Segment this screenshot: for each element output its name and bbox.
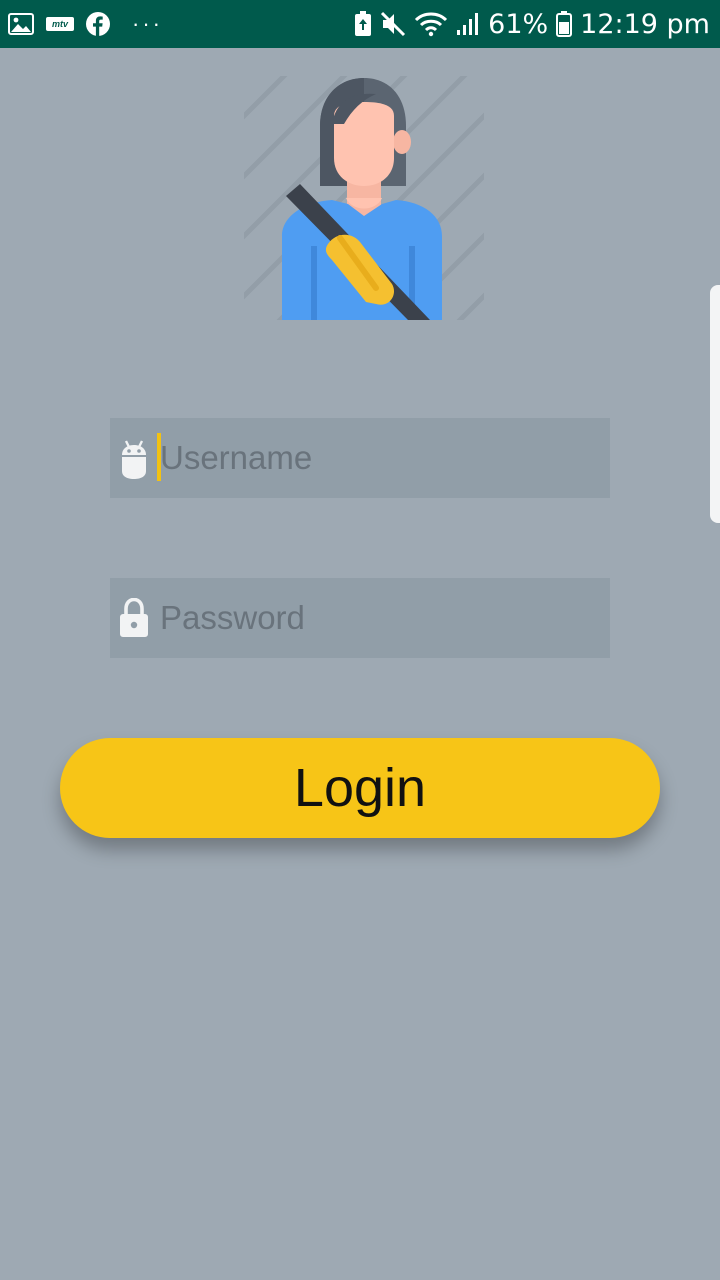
username-field[interactable] (110, 418, 610, 498)
android-icon (110, 437, 158, 479)
battery-saver-icon (354, 11, 372, 37)
status-bar-system: 61% 12:19 pm (354, 9, 720, 40)
text-cursor (157, 433, 161, 481)
login-button[interactable]: Login (60, 738, 660, 838)
facebook-icon (86, 12, 110, 36)
wifi-icon (414, 11, 448, 37)
lock-icon (110, 598, 158, 638)
mtv-icon: mtv (46, 17, 74, 31)
clock: 12:19 pm (580, 8, 710, 40)
status-bar: mtv ··· 61% 12:19 pm (0, 0, 720, 48)
more-dots-icon: ··· (132, 11, 163, 36)
battery-percent: 61% (488, 8, 549, 40)
edge-panel-handle[interactable] (710, 285, 720, 523)
battery-icon (556, 11, 573, 37)
driver-seatbelt-avatar-icon (244, 76, 484, 320)
password-field[interactable] (110, 578, 610, 658)
status-bar-notifications: mtv ··· (0, 12, 163, 36)
signal-icon (456, 12, 480, 36)
gallery-icon (8, 13, 34, 35)
username-input[interactable] (158, 418, 610, 498)
password-input[interactable] (158, 578, 610, 658)
mute-icon (380, 11, 406, 37)
